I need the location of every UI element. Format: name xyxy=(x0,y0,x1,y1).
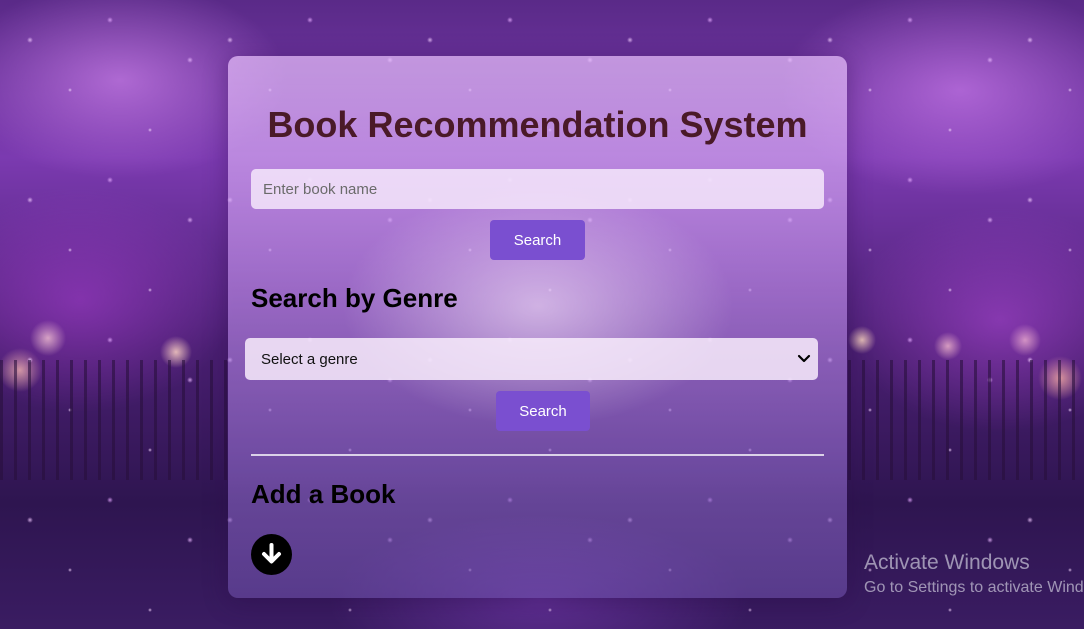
main-card: Book Recommendation System Search Search… xyxy=(228,56,847,598)
watermark-line1: Activate Windows xyxy=(864,551,1030,574)
section-divider xyxy=(251,454,824,456)
watermark-line2: Go to Settings to activate Windows. xyxy=(864,579,1084,596)
book-name-input[interactable] xyxy=(251,169,824,209)
add-book-toggle-button[interactable] xyxy=(251,534,292,575)
windows-activation-watermark: Activate Windows Go to Settings to activ… xyxy=(864,551,1084,597)
genre-section-heading: Search by Genre xyxy=(251,283,458,313)
add-book-heading: Add a Book xyxy=(251,479,396,509)
background-railing-right xyxy=(848,360,1084,480)
genre-select[interactable]: Select a genre xyxy=(245,338,818,380)
background-railing-left xyxy=(0,360,230,480)
chevron-down-icon xyxy=(797,354,811,363)
arrow-down-circle-icon xyxy=(262,543,281,564)
page-title: Book Recommendation System xyxy=(267,104,808,145)
book-search-button[interactable]: Search xyxy=(490,220,585,260)
genre-search-button[interactable]: Search xyxy=(496,391,590,431)
genre-select-value: Select a genre xyxy=(261,351,358,368)
